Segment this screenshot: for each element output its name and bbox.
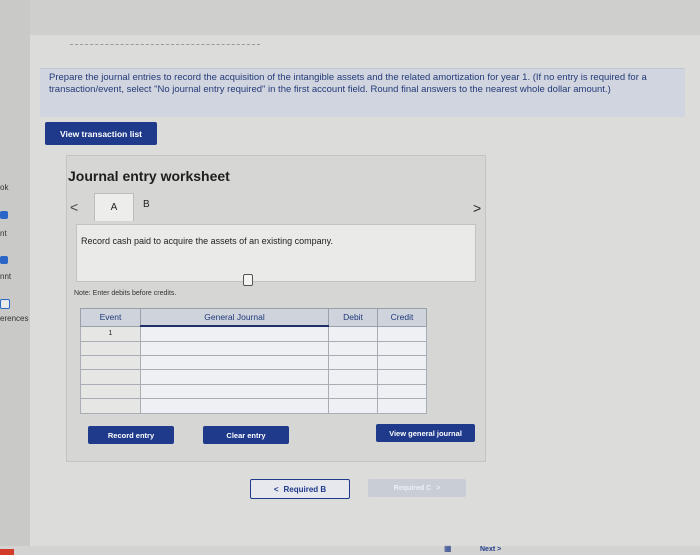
next-tab-icon[interactable]: > bbox=[473, 200, 481, 216]
view-transaction-list-button[interactable]: View transaction list bbox=[45, 122, 157, 145]
next-required-label: Required C bbox=[393, 484, 432, 492]
column-header-credit: Credit bbox=[377, 308, 427, 327]
worksheet-title: Journal entry worksheet bbox=[68, 168, 230, 184]
record-entry-button[interactable]: Record entry bbox=[88, 426, 174, 444]
column-header-general-journal: General Journal bbox=[140, 308, 329, 327]
tab-a[interactable]: A bbox=[94, 193, 134, 221]
footer-next-label: Next bbox=[480, 546, 496, 553]
chevron-right-icon: > bbox=[497, 546, 502, 553]
references-icon[interactable] bbox=[0, 299, 10, 309]
tab-b[interactable]: B bbox=[143, 199, 150, 210]
previous-required-button[interactable]: < Required B bbox=[250, 479, 350, 499]
debit-field[interactable] bbox=[328, 325, 378, 342]
footer-next-button[interactable]: Next > bbox=[480, 546, 501, 553]
table-row bbox=[80, 369, 427, 385]
account-field[interactable] bbox=[140, 354, 329, 371]
table-row bbox=[80, 354, 427, 371]
book-icon[interactable] bbox=[0, 211, 8, 219]
left-sidebar: ok nt nnt erences bbox=[0, 0, 30, 555]
account-field[interactable] bbox=[140, 340, 329, 357]
next-required-button[interactable]: Required C > bbox=[368, 479, 466, 497]
print-icon[interactable] bbox=[0, 256, 8, 264]
footer-bar bbox=[0, 546, 700, 555]
debit-field[interactable] bbox=[328, 383, 378, 400]
account-field[interactable] bbox=[140, 369, 329, 385]
event-cell: 1 bbox=[80, 325, 141, 342]
clear-entry-button[interactable]: Clear entry bbox=[203, 426, 289, 444]
debit-field[interactable] bbox=[328, 340, 378, 357]
chevron-right-icon: > bbox=[436, 484, 441, 492]
event-cell bbox=[80, 383, 141, 400]
table-row bbox=[80, 340, 427, 357]
column-header-event: Event bbox=[80, 308, 141, 327]
view-general-journal-button[interactable]: View general journal bbox=[376, 424, 475, 442]
grid-icon[interactable]: ▦ bbox=[444, 544, 452, 553]
event-cell bbox=[80, 369, 141, 385]
column-header-debit: Debit bbox=[328, 308, 378, 327]
event-cell bbox=[80, 340, 141, 357]
brand-logo-icon bbox=[0, 549, 14, 555]
credit-field[interactable] bbox=[377, 398, 427, 414]
table-row bbox=[80, 398, 427, 414]
chevron-left-icon: < bbox=[273, 484, 279, 494]
sidebar-item-label[interactable]: erences bbox=[0, 314, 28, 323]
debit-field[interactable] bbox=[328, 398, 378, 414]
credit-field[interactable] bbox=[377, 325, 427, 342]
account-field[interactable] bbox=[140, 325, 329, 342]
credit-field[interactable] bbox=[377, 354, 427, 371]
sidebar-item-label[interactable]: nnt bbox=[0, 272, 11, 281]
divider bbox=[70, 44, 260, 45]
debit-credit-note: Note: Enter debits before credits. bbox=[74, 290, 177, 297]
previous-required-label: Required B bbox=[283, 484, 327, 494]
debit-field[interactable] bbox=[328, 354, 378, 371]
table-row: 1 bbox=[80, 325, 427, 342]
event-cell bbox=[80, 398, 141, 414]
journal-table: Event General Journal Debit Credit 1 bbox=[80, 308, 427, 414]
transaction-description-box bbox=[76, 224, 476, 282]
account-field[interactable] bbox=[140, 398, 329, 414]
sidebar-item-label: ok bbox=[0, 183, 9, 192]
account-field[interactable] bbox=[140, 383, 329, 400]
table-row bbox=[80, 383, 427, 400]
event-cell bbox=[80, 354, 141, 371]
previous-tab-icon[interactable]: < bbox=[70, 199, 78, 215]
debit-field[interactable] bbox=[328, 369, 378, 385]
mouse-cursor-icon bbox=[243, 274, 253, 286]
credit-field[interactable] bbox=[377, 340, 427, 357]
transaction-description: Record cash paid to acquire the assets o… bbox=[81, 236, 333, 246]
instructions-text: Prepare the journal entries to record th… bbox=[49, 72, 647, 95]
credit-field[interactable] bbox=[377, 383, 427, 400]
sidebar-item-label[interactable]: nt bbox=[0, 229, 7, 238]
credit-field[interactable] bbox=[377, 369, 427, 385]
